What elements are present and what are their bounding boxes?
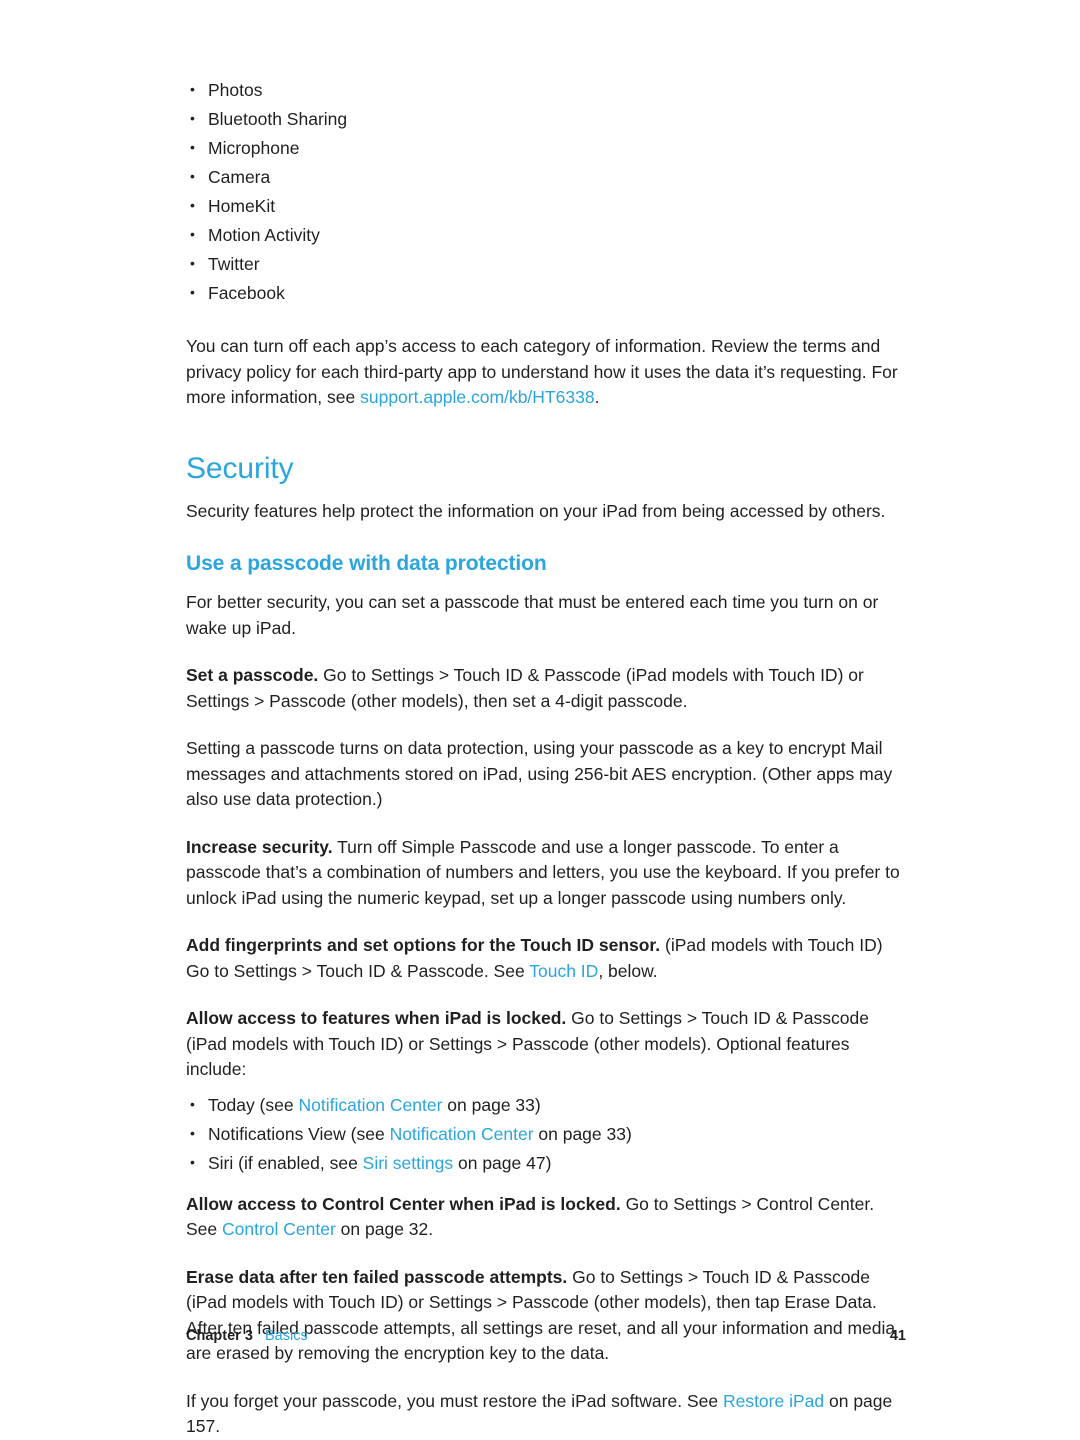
locked-features-list: Today (see Notification Center on page 3… <box>186 1090 906 1178</box>
notification-center-link[interactable]: Notification Center <box>390 1124 534 1144</box>
fingerprints-text-after: , below. <box>598 960 658 981</box>
restore-ipad-link[interactable]: Restore iPad <box>723 1391 824 1411</box>
control-center-link[interactable]: Control Center <box>222 1219 336 1239</box>
allow-locked-paragraph: Allow access to features when iPad is lo… <box>186 1006 906 1083</box>
list-item: Today (see Notification Center on page 3… <box>186 1090 906 1120</box>
intro-paragraph: You can turn off each app’s access to ea… <box>186 334 906 411</box>
feature-text-before: Siri (if enabled, see <box>208 1152 363 1173</box>
increase-security-paragraph: Increase security. Turn off Simple Passc… <box>186 835 906 912</box>
fingerprints-lead: Add fingerprints and set options for the… <box>186 935 661 955</box>
security-intro: Security features help protect the infor… <box>186 500 886 521</box>
feature-text-after: on page 47) <box>453 1152 552 1173</box>
passcode-intro: For better security, you can set a passc… <box>186 592 879 638</box>
allow-locked-lead: Allow access to features when iPad is lo… <box>186 1008 567 1028</box>
list-item: Camera <box>186 162 906 192</box>
erase-data-lead: Erase data after ten failed passcode att… <box>186 1266 568 1287</box>
data-protection-paragraph: Setting a passcode turns on data protect… <box>186 738 893 809</box>
footer-chapter-label: Chapter 3 <box>186 1328 253 1344</box>
list-item: Photos <box>186 75 906 105</box>
control-center-lead: Allow access to Control Center when iPad… <box>186 1193 621 1214</box>
list-item: Notifications View (see Notification Cen… <box>186 1119 906 1149</box>
intro-text-after: . <box>594 387 600 407</box>
list-item: Twitter <box>186 249 906 279</box>
set-passcode-lead: Set a passcode. <box>186 665 319 685</box>
page-content: Photos Bluetooth Sharing Microphone Came… <box>186 75 906 1440</box>
forgot-text-before: If you forget your passcode, you must re… <box>186 1390 723 1411</box>
footer-chapter-link[interactable]: Basics <box>265 1328 308 1344</box>
forgot-passcode-paragraph: If you forget your passcode, you must re… <box>186 1389 906 1440</box>
page-number: 41 <box>889 1328 906 1344</box>
list-item: HomeKit <box>186 191 906 221</box>
list-item: Facebook <box>186 278 906 308</box>
page-footer: 41 Chapter 3 Basics <box>186 1327 906 1345</box>
document-page: Photos Bluetooth Sharing Microphone Came… <box>0 0 1080 1436</box>
subsection-title: Use a passcode with data protection <box>186 552 547 575</box>
control-center-paragraph: Allow access to Control Center when iPad… <box>186 1192 906 1243</box>
fingerprints-paragraph: Add fingerprints and set options for the… <box>186 933 906 984</box>
siri-settings-link[interactable]: Siri settings <box>363 1153 453 1173</box>
feature-text-after: on page 33) <box>442 1094 541 1115</box>
page-title: Security <box>186 451 294 485</box>
touch-id-link[interactable]: Touch ID <box>529 961 598 981</box>
feature-text-before: Today (see <box>208 1094 299 1115</box>
erase-data-paragraph: Erase data after ten failed passcode att… <box>186 1265 906 1367</box>
notification-center-link[interactable]: Notification Center <box>298 1095 442 1115</box>
list-item: Microphone <box>186 133 906 163</box>
control-center-text-after: on page 32. <box>335 1219 434 1239</box>
list-item: Bluetooth Sharing <box>186 104 906 134</box>
permissions-list: Photos Bluetooth Sharing Microphone Came… <box>186 75 906 308</box>
set-passcode-paragraph: Set a passcode. Go to Settings > Touch I… <box>186 663 906 714</box>
feature-text-after: on page 33) <box>533 1123 632 1144</box>
increase-security-lead: Increase security. <box>186 836 333 857</box>
list-item: Siri (if enabled, see Siri settings on p… <box>186 1148 906 1178</box>
list-item: Motion Activity <box>186 220 906 250</box>
support-link[interactable]: support.apple.com/kb/HT6338 <box>360 387 594 407</box>
feature-text-before: Notifications View (see <box>208 1123 390 1144</box>
